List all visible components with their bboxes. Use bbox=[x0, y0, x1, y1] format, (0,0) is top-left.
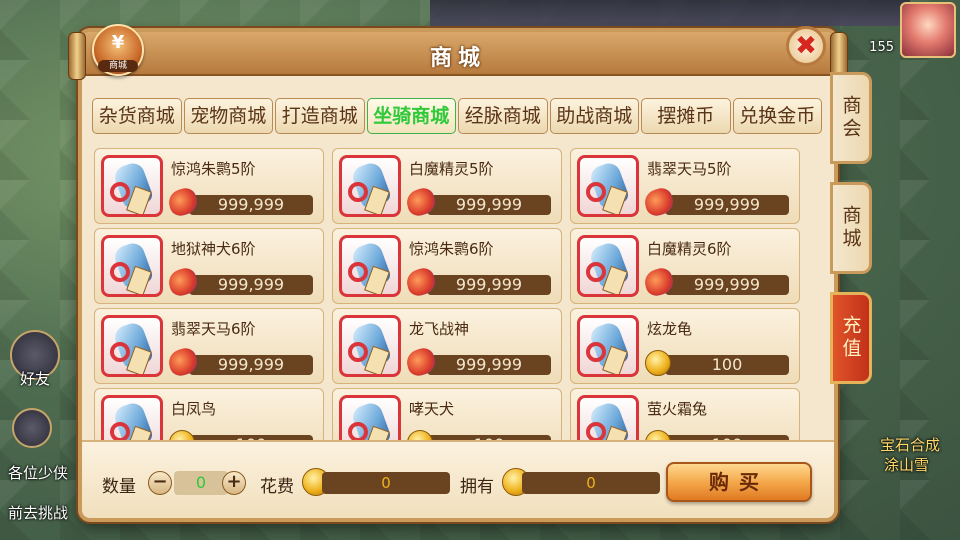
item-card[interactable]: 炫龙龟 100 bbox=[570, 308, 800, 384]
tab-forging[interactable]: 打造商城 bbox=[275, 98, 365, 134]
mount-scroll-icon bbox=[577, 235, 639, 297]
item-price: 999,999 bbox=[427, 195, 551, 215]
purchase-footer: 数量 − 0 + 花费 0 拥有 0 购买 bbox=[82, 440, 834, 518]
mount-scroll-icon bbox=[101, 155, 163, 217]
player-score: 155 bbox=[869, 40, 894, 55]
shop-logo-label: 商城 bbox=[98, 60, 138, 72]
ribbon-shape bbox=[110, 342, 130, 362]
item-card[interactable]: 惊鸿朱鹮5阶 999,999 bbox=[94, 148, 324, 224]
yen-icon: ¥ bbox=[111, 32, 125, 53]
item-price: 100 bbox=[665, 355, 789, 375]
item-grid: 惊鸿朱鹮5阶 999,999 白魔精灵5阶 999,999 翡翠天马5阶 999,999 地… bbox=[92, 148, 824, 448]
buy-button[interactable]: 购买 bbox=[666, 462, 812, 502]
scroll-end-left bbox=[68, 32, 86, 80]
ribbon-shape bbox=[110, 422, 130, 442]
item-card[interactable]: 哮天犬100 bbox=[332, 388, 562, 448]
side-tab-shop[interactable]: 商城 bbox=[830, 182, 872, 274]
ribbon-shape bbox=[348, 262, 368, 282]
item-card[interactable]: 地狱神犬6阶 999,999 bbox=[94, 228, 324, 304]
item-card[interactable]: 惊鸿朱鹮6阶 999,999 bbox=[332, 228, 562, 304]
title-bar: 商城 bbox=[82, 32, 834, 76]
chat-icon[interactable] bbox=[12, 408, 52, 448]
ribbon-shape bbox=[110, 182, 130, 202]
item-price: 999,999 bbox=[189, 355, 313, 375]
item-price: 999,999 bbox=[427, 275, 551, 295]
side-tab-top-up[interactable]: 充值 bbox=[830, 292, 872, 384]
mount-scroll-icon bbox=[577, 315, 639, 377]
ribbon-shape bbox=[348, 182, 368, 202]
item-name: 萤火霜兔 bbox=[647, 400, 708, 418]
ribbon-shape bbox=[586, 262, 606, 282]
shop-logo-icon: ¥ 商城 bbox=[92, 24, 144, 76]
item-name: 翡翠天马5阶 bbox=[647, 160, 732, 178]
ribbon-shape bbox=[348, 422, 368, 442]
ribbon-shape bbox=[586, 422, 606, 442]
item-name: 哮天犬 bbox=[409, 400, 455, 418]
item-card[interactable]: 翡翠天马6阶 999,999 bbox=[94, 308, 324, 384]
bg-right-label-1: 宝石合成 bbox=[880, 436, 941, 454]
item-name: 翡翠天马6阶 bbox=[171, 320, 256, 338]
mount-scroll-icon bbox=[339, 315, 401, 377]
ribbon-shape bbox=[348, 342, 368, 362]
dialog-title: 商城 bbox=[429, 46, 486, 71]
ribbon-shape bbox=[586, 182, 606, 202]
item-name: 惊鸿朱鹮5阶 bbox=[171, 160, 256, 178]
shop-dialog: 商城 ¥ 商城 ✖ 杂货商城 宠物商城 打造商城 坐骑商城 经脉商城 助战商城 … bbox=[68, 24, 848, 522]
top-status-bar bbox=[430, 0, 910, 26]
chat-line-2: 前去挑战 bbox=[8, 504, 69, 522]
item-name: 白魔精灵5阶 bbox=[409, 160, 494, 178]
item-price: 999,999 bbox=[665, 275, 789, 295]
cost-label: 花费 bbox=[260, 477, 294, 497]
shop-category-tabs: 杂货商城 宠物商城 打造商城 坐骑商城 经脉商城 助战商城 摆摊币 兑换金币 bbox=[92, 98, 822, 134]
item-price: 999,999 bbox=[189, 275, 313, 295]
item-name: 白魔精灵6阶 bbox=[647, 240, 732, 258]
side-tab-guild-shop[interactable]: 商会 bbox=[830, 72, 872, 164]
cost-value: 0 bbox=[322, 472, 450, 494]
item-card[interactable]: 白凤鸟100 bbox=[94, 388, 324, 448]
item-price: 999,999 bbox=[665, 195, 789, 215]
gold-coin-icon bbox=[645, 350, 671, 376]
item-list-scroll-area[interactable]: 惊鸿朱鹮5阶 999,999 白魔精灵5阶 999,999 翡翠天马5阶 999,999 地… bbox=[92, 148, 824, 448]
item-card[interactable]: 翡翠天马5阶 999,999 bbox=[570, 148, 800, 224]
quantity-label: 数量 bbox=[102, 477, 136, 497]
quantity-decrease-button[interactable]: − bbox=[148, 471, 172, 495]
item-card[interactable]: 萤火霜兔100 bbox=[570, 388, 800, 448]
friends-label: 好友 bbox=[20, 370, 51, 388]
ribbon-shape bbox=[586, 342, 606, 362]
close-button[interactable]: ✖ bbox=[786, 26, 826, 66]
tab-pets[interactable]: 宠物商城 bbox=[183, 98, 273, 134]
mount-scroll-icon bbox=[101, 315, 163, 377]
tab-assist[interactable]: 助战商城 bbox=[549, 98, 639, 134]
owned-label: 拥有 bbox=[460, 477, 494, 497]
item-price: 999,999 bbox=[427, 355, 551, 375]
tab-exchange-gold[interactable]: 兑换金币 bbox=[732, 98, 822, 134]
player-avatar[interactable] bbox=[900, 2, 956, 58]
tab-meridians[interactable]: 经脉商城 bbox=[458, 98, 548, 134]
item-name: 炫龙龟 bbox=[647, 320, 693, 338]
quantity-increase-button[interactable]: + bbox=[222, 471, 246, 495]
quantity-value[interactable]: 0 bbox=[174, 471, 228, 495]
item-card[interactable]: 白魔精灵5阶 999,999 bbox=[332, 148, 562, 224]
item-name: 白凤鸟 bbox=[171, 400, 217, 418]
tab-grocery[interactable]: 杂货商城 bbox=[92, 98, 182, 134]
item-card[interactable]: 白魔精灵6阶 999,999 bbox=[570, 228, 800, 304]
bg-right-label-2: 涂山雪 bbox=[884, 456, 930, 474]
item-name: 惊鸿朱鹮6阶 bbox=[409, 240, 494, 258]
item-name: 地狱神犬6阶 bbox=[171, 240, 256, 258]
item-price: 999,999 bbox=[189, 195, 313, 215]
mount-scroll-icon bbox=[101, 235, 163, 297]
item-name: 龙飞战神 bbox=[409, 320, 470, 338]
ribbon-shape bbox=[110, 262, 130, 282]
mount-scroll-icon bbox=[577, 155, 639, 217]
item-card[interactable]: 龙飞战神 999,999 bbox=[332, 308, 562, 384]
chat-line-1: 各位少侠 bbox=[8, 464, 69, 482]
tab-mounts[interactable]: 坐骑商城 bbox=[366, 98, 456, 134]
mount-scroll-icon bbox=[339, 235, 401, 297]
tab-stall-coin[interactable]: 摆摊币 bbox=[641, 98, 731, 134]
owned-value: 0 bbox=[522, 472, 660, 494]
mount-scroll-icon bbox=[339, 155, 401, 217]
